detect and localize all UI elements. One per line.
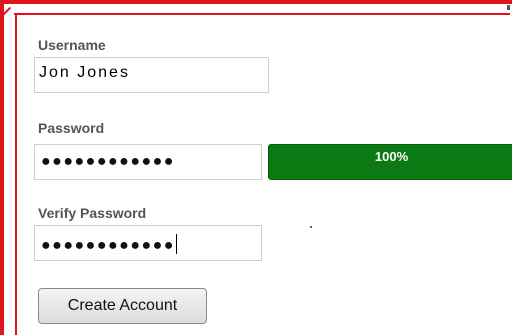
username-field[interactable]: Jon Jones [34, 57, 269, 93]
highlight-rule-top [14, 13, 510, 15]
verify-password-label: Verify Password [38, 205, 147, 221]
password-label: Password [38, 120, 105, 136]
highlight-frame: Username Jon Jones Password ●●●●●●●●●●●●… [0, 0, 512, 335]
stray-dot [310, 226, 312, 228]
create-account-button[interactable]: Create Account [38, 288, 207, 324]
username-label: Username [38, 37, 106, 53]
password-mask: ●●●●●●●●●●●● [41, 153, 175, 170]
verify-password-field[interactable]: ●●●●●●●●●●●● [34, 225, 262, 261]
verify-password-mask: ●●●●●●●●●●●● [41, 234, 177, 255]
username-value: Jon Jones [39, 64, 130, 81]
corner-arrow-icon [4, 4, 12, 20]
highlight-rule-left [15, 13, 17, 335]
verify-password-mask-text: ●●●●●●●●●●●● [41, 237, 175, 254]
password-strength-meter: 100% [268, 144, 512, 180]
text-caret [175, 234, 177, 254]
corner-mark [507, 5, 510, 10]
password-strength-text: 100% [374, 149, 409, 164]
password-field[interactable]: ●●●●●●●●●●●● [34, 144, 262, 180]
